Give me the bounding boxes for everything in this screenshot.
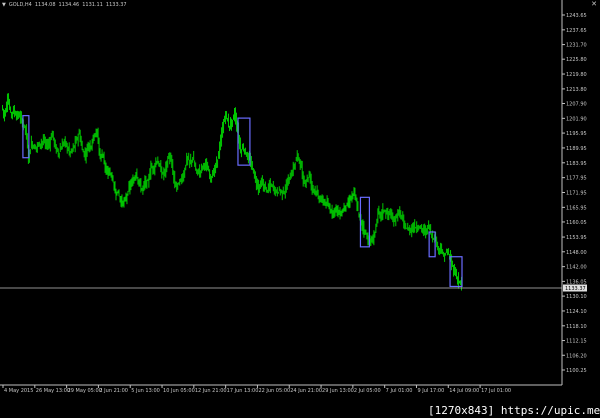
price-label: 1165.95 xyxy=(566,205,587,211)
price-label: 1171.95 xyxy=(566,191,587,197)
time-label: 12 Jun 21:00 xyxy=(195,388,227,394)
price-label: 1118.10 xyxy=(566,324,587,330)
time-label: 24 Jun 21:00 xyxy=(290,388,322,394)
current-price-marker: 1133.37 xyxy=(563,284,587,292)
time-label: 29 Jun 13:00 xyxy=(322,388,354,394)
time-label: 9 Jul 17:00 xyxy=(417,388,444,394)
low-value: 1131.11 xyxy=(82,2,103,8)
price-label: 1153.95 xyxy=(566,235,587,241)
price-label: 1237.65 xyxy=(566,28,587,34)
highlight-boxes xyxy=(22,115,463,288)
time-label: 2 Jun 21:00 xyxy=(99,388,128,394)
price-label: 1201.90 xyxy=(566,116,587,122)
time-label: 5 Jun 13:00 xyxy=(131,388,160,394)
price-label: 1189.95 xyxy=(566,146,587,152)
price-label: 1213.80 xyxy=(566,87,587,93)
price-label: 1195.95 xyxy=(566,131,587,137)
dropdown-arrow-icon[interactable]: ▼ xyxy=(2,2,6,8)
price-label: 1243.65 xyxy=(566,13,587,19)
time-label: 26 May 13:00 xyxy=(36,388,70,394)
close-value: 1133.37 xyxy=(105,2,127,8)
open-value: 1134.08 xyxy=(34,2,56,8)
price-label: 1112.15 xyxy=(566,339,587,345)
time-label: 10 Jun 05:00 xyxy=(163,388,195,394)
time-label: 29 May 05:00 xyxy=(68,388,102,394)
price-label: 1207.90 xyxy=(566,102,587,108)
close-chart-icon[interactable]: ✕ xyxy=(591,0,597,8)
chart-title-bar: ▼ GOLD,H4 1134.08 1134.46 1131.11 1133.37 xyxy=(2,2,130,8)
price-label: 1136.05 xyxy=(566,279,587,285)
time-label: 2 Jul 05:00 xyxy=(354,388,381,394)
time-label: 14 Jul 09:00 xyxy=(449,388,479,394)
price-label: 1130.10 xyxy=(566,294,587,300)
price-label: 1231.70 xyxy=(566,43,587,49)
time-scale: 4 May 2015 26 May 13:0029 May 05:002 Jun … xyxy=(2,385,511,394)
symbol-label: GOLD,H4 xyxy=(8,2,32,8)
time-label: 4 May 2015 xyxy=(4,388,33,394)
time-label: 7 Jul 01:00 xyxy=(386,388,413,394)
price-label: 1142.00 xyxy=(566,265,587,271)
price-label: 1106.20 xyxy=(566,353,587,359)
price-label: 1100.25 xyxy=(566,368,587,374)
price-label: 1160.05 xyxy=(566,220,587,226)
time-label: 17 Jul 01:00 xyxy=(481,388,511,394)
time-label: 22 Jun 05:00 xyxy=(258,388,290,394)
price-label: 1225.80 xyxy=(566,57,587,63)
high-value: 1134.46 xyxy=(58,2,80,8)
time-label: 17 Jun 13:00 xyxy=(227,388,259,394)
current-price-label: 1133.37 xyxy=(565,286,586,292)
chart-window[interactable]: 1243.65 1237.65 1231.70 1225.80 1219.80 1213.… xyxy=(0,0,600,418)
price-label: 1183.95 xyxy=(566,161,587,167)
price-scale: 1243.65 1237.65 1231.70 1225.80 1219.80 1213.… xyxy=(562,13,587,374)
price-label: 1219.80 xyxy=(566,72,587,78)
candles-layer xyxy=(1,93,463,291)
image-host-watermark: [1270x843] https://upic.me/ xyxy=(428,403,600,418)
price-label: 1148.00 xyxy=(566,250,587,256)
price-chart[interactable]: 1243.65 1237.65 1231.70 1225.80 1219.80 1213.… xyxy=(0,0,600,418)
price-label: 1124.10 xyxy=(566,309,587,315)
price-label: 1177.95 xyxy=(566,176,587,182)
